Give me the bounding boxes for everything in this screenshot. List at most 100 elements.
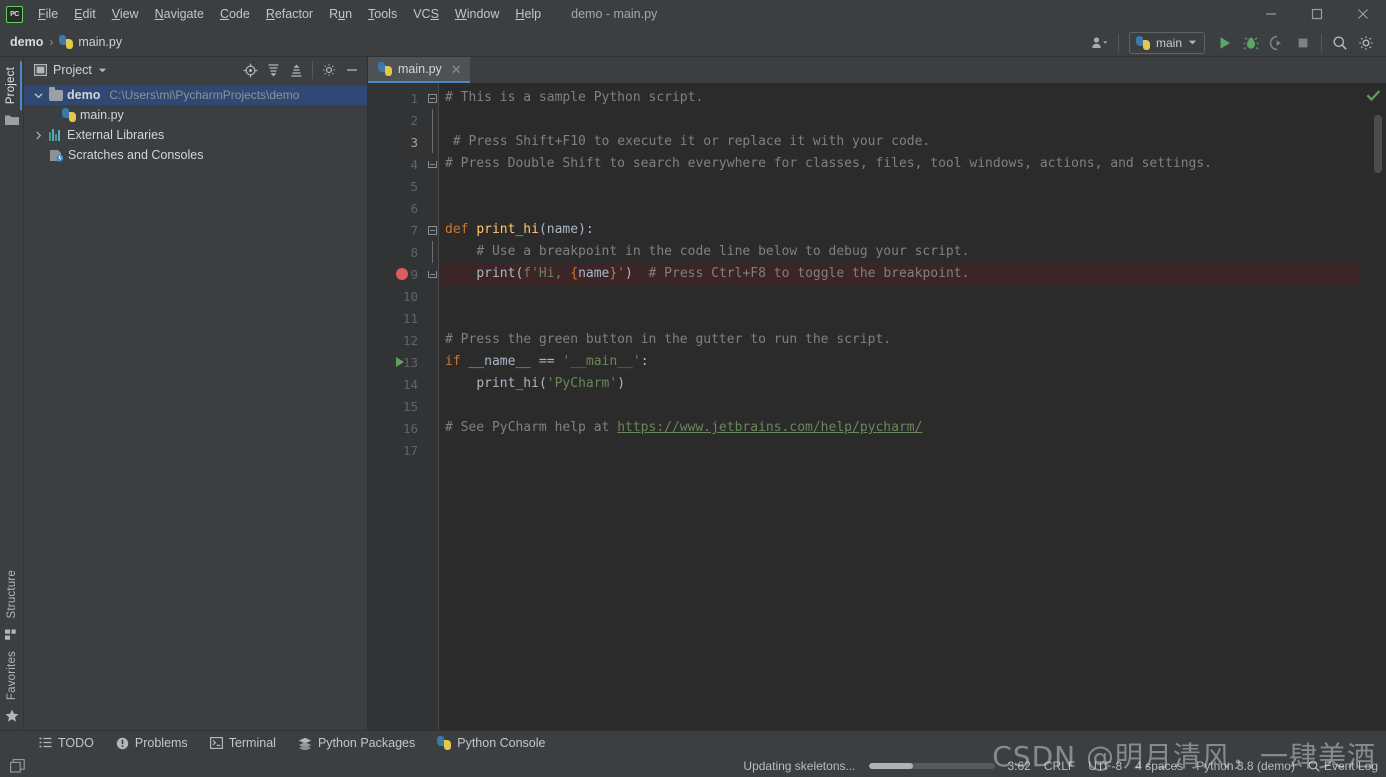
code-text[interactable]: # This is a sample Python script. # Pres… [439,83,1360,730]
run-button[interactable] [1213,31,1237,55]
run-configuration-selector[interactable]: main [1128,31,1205,54]
breakpoint-icon[interactable] [396,268,408,280]
line-separator[interactable]: CRLF [1044,759,1075,773]
caret-position[interactable]: 3:62 [1008,759,1031,773]
menu-item-help[interactable]: Help [507,0,549,28]
menu-item-view[interactable]: View [104,0,147,28]
editor-gutter[interactable]: 1 2 3 4 5 6 7 8 9 10 11 12 13 14 15 16 1… [368,83,425,730]
file-encoding[interactable]: UTF-8 [1088,759,1122,773]
fold-empty [425,373,439,395]
debug-button[interactable] [1239,31,1263,55]
tree-node-scratches-label: Scratches and Consoles [68,148,204,162]
tree-node-main-py[interactable]: main.py [24,105,367,125]
maximize-button[interactable] [1294,0,1340,28]
tool-window-terminal[interactable]: Terminal [199,731,287,756]
stop-button[interactable] [1291,31,1315,55]
inspection-status-icon[interactable] [1360,85,1386,102]
close-icon[interactable]: ✕ [451,63,462,76]
user-accounts-button[interactable] [1088,31,1112,55]
project-panel-title: Project [53,63,92,77]
pycharm-window: PC File Edit View Navigate Code Refactor… [0,0,1386,777]
tool-window-todo[interactable]: TODO [28,731,105,756]
main-toolbar: main [1088,28,1378,57]
line-number: 3 [410,134,418,150]
menu-item-run[interactable]: Run [321,0,360,28]
tool-window-python-packages[interactable]: Python Packages [287,731,426,756]
terminal-icon [209,737,223,749]
breadcrumb-file[interactable]: main.py [78,35,122,49]
line-number: 17 [402,442,418,458]
indent-setting[interactable]: 4 spaces [1135,759,1183,773]
settings-button[interactable] [1354,31,1378,55]
code-line-3: # Press Shift+F10 to execute it or repla… [452,134,931,149]
breadcrumb-separator-icon: › [49,35,54,49]
line-number-with-breakpoint[interactable]: 9 [368,263,425,285]
navigation-bar: demo › main.py main [0,28,1386,57]
expand-all-button[interactable] [262,59,284,81]
menu-item-refactor[interactable]: Refactor [258,0,321,28]
breadcrumb: demo › main.py [0,35,122,49]
pycharm-logo-icon: PC [6,5,23,23]
project-window-icon [34,64,47,76]
editor-scroll-rail[interactable] [1360,83,1386,730]
line-number-with-run-marker[interactable]: 13 [368,351,425,373]
code-line-13: if __name__ == '__main__': [445,354,649,369]
toolbar-divider-2 [1321,33,1322,52]
tool-window-python-console[interactable]: Python Console [426,731,556,756]
editor-scrollbar-thumb[interactable] [1374,115,1382,173]
breadcrumb-project[interactable]: demo [10,35,43,49]
main-body: Project Structure Favorites Project demo… [0,57,1386,730]
pycharm-help-link[interactable]: https://www.jetbrains.com/help/pycharm/ [617,420,922,435]
window-controls [1248,0,1386,28]
fold-region-end[interactable] [425,263,439,285]
tree-node-scratches[interactable]: Scratches and Consoles [24,145,367,165]
menu-item-edit[interactable]: Edit [66,0,104,28]
fold-empty [425,307,439,329]
menu-item-file[interactable]: File [30,0,66,28]
editor-tab-main-py[interactable]: main.py ✕ [368,57,470,83]
chevron-right-icon[interactable] [32,130,45,140]
structure-icon[interactable] [1,625,23,645]
packages-icon [298,737,312,750]
run-with-coverage-button[interactable] [1265,31,1289,55]
event-log-button[interactable]: Event Log [1308,759,1378,773]
sidebar-tab-structure[interactable]: Structure [3,564,21,624]
run-configuration-label: main [1155,35,1182,50]
sidebar-tab-favorites[interactable]: Favorites [3,645,21,706]
tree-node-external-libraries[interactable]: External Libraries [24,125,367,145]
hide-panel-button[interactable] [341,59,363,81]
python-interpreter[interactable]: Python 3.8 (demo) [1196,759,1295,773]
menu-item-vcs[interactable]: VCS [405,0,447,28]
menu-item-tools[interactable]: Tools [360,0,405,28]
project-folder-icon[interactable] [1,110,23,130]
collapse-all-button[interactable] [285,59,307,81]
fold-region-end[interactable] [425,153,439,175]
menu-item-navigate[interactable]: Navigate [147,0,212,28]
favorites-star-icon[interactable] [1,706,23,726]
show-tool-windows-icon[interactable] [8,758,26,774]
search-everywhere-button[interactable] [1328,31,1352,55]
sidebar-tab-project[interactable]: Project [1,61,22,111]
chevron-down-icon[interactable] [32,92,45,99]
close-button[interactable] [1340,0,1386,28]
scratches-icon [49,149,64,162]
code-editor[interactable]: 1 2 3 4 5 6 7 8 9 10 11 12 13 14 15 16 1… [368,83,1386,730]
tree-node-demo[interactable]: demo C:\Users\mi\PycharmProjects\demo [24,85,367,105]
minimize-button[interactable] [1248,0,1294,28]
editor-fold-column[interactable] [425,83,439,730]
panel-settings-button[interactable] [318,59,340,81]
fold-region-start[interactable] [425,87,439,109]
project-panel-header: Project [24,57,367,83]
line-number: 7 [410,222,418,238]
menu-item-code[interactable]: Code [212,0,258,28]
tool-window-problems-label: Problems [134,736,188,750]
run-gutter-icon[interactable] [396,357,404,367]
tool-window-problems[interactable]: Problems [105,731,199,756]
select-opened-file-button[interactable] [239,59,261,81]
fold-region-start[interactable] [425,219,439,241]
todo-icon [39,737,52,748]
line-number: 4 [410,156,418,172]
menu-item-window[interactable]: Window [447,0,507,28]
progress-label: Updating skeletons... [743,759,856,773]
